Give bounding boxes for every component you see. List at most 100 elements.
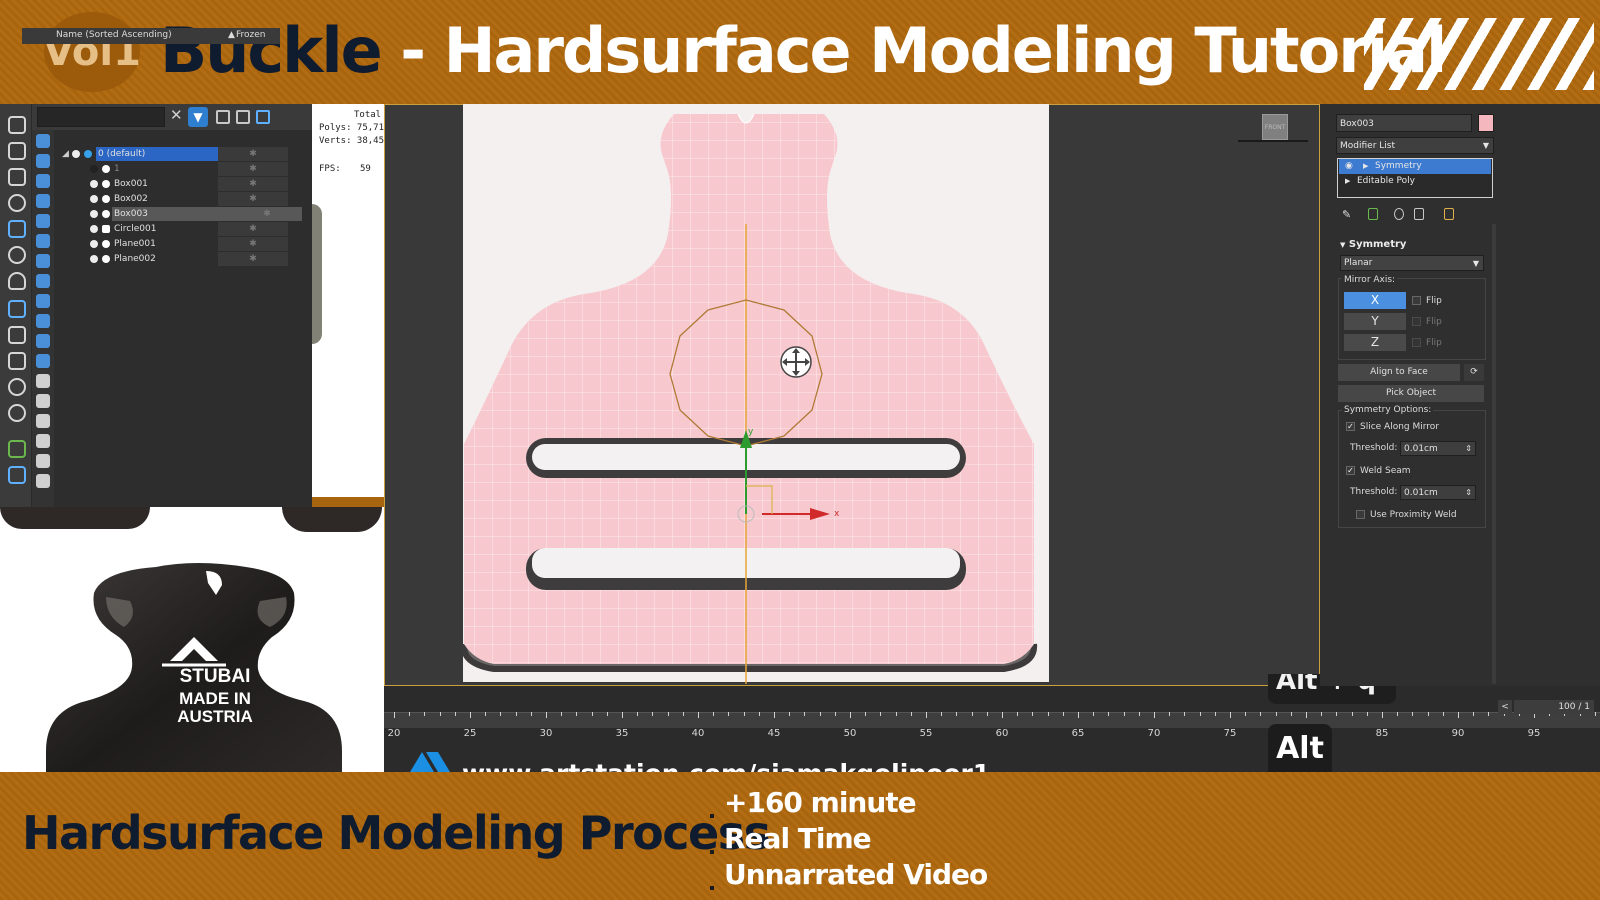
sort-arrow-icon[interactable]: ▲ [228, 30, 235, 40]
filter-lock-icon[interactable] [36, 454, 50, 468]
explorer-row[interactable]: Plane002 ✱ [54, 252, 342, 266]
filter-geometry-icon[interactable] [36, 134, 50, 148]
align-to-face-button[interactable]: Align to Face [1338, 364, 1460, 381]
flip-z-checkbox[interactable] [1412, 338, 1421, 347]
use-proximity-weld-checkbox[interactable] [1356, 510, 1365, 519]
modifier-list-dropdown[interactable]: Modifier List ▼ [1336, 137, 1494, 154]
object-name-field[interactable]: Box003 [1336, 114, 1472, 132]
viewcube[interactable]: FRONT [1262, 114, 1288, 140]
material-icon[interactable] [8, 246, 26, 264]
snowflake-icon[interactable]: ✱ [218, 252, 288, 266]
explorer-row[interactable]: 1 ✱ [54, 162, 342, 176]
filter-cameras-icon[interactable] [36, 194, 50, 208]
eye-icon[interactable] [72, 150, 80, 158]
filter-invert-icon[interactable] [36, 414, 50, 428]
name-column-header[interactable]: Name (Sorted Ascending) [56, 30, 172, 40]
flip-x-checkbox[interactable] [1412, 296, 1421, 305]
filter-spacewarps-icon[interactable] [36, 234, 50, 248]
snowflake-icon[interactable]: ✱ [218, 222, 288, 236]
snowflake-icon[interactable]: ✱ [218, 177, 288, 191]
eye-icon[interactable]: ◉ [1345, 159, 1353, 174]
spinner-arrows-icon[interactable]: ⇕ [1465, 486, 1472, 500]
threshold-spinner-2[interactable]: 0.01cm ⇕ [1400, 485, 1476, 500]
pick-object-button[interactable]: Pick Object [1338, 385, 1484, 402]
filter-hidden-icon[interactable] [36, 354, 50, 368]
snowflake-icon[interactable]: ✱ [218, 192, 288, 206]
symmetry-mode-dropdown[interactable]: Planar ▼ [1340, 255, 1484, 271]
snowflake-icon[interactable]: ✱ [218, 162, 288, 176]
eye-icon[interactable] [90, 195, 98, 203]
close-icon[interactable]: ✕ [170, 106, 183, 124]
flip-y-checkbox[interactable] [1412, 317, 1421, 326]
filter-bones-icon[interactable] [36, 294, 50, 308]
rollout-title[interactable]: ▼ Symmetry [1340, 239, 1406, 250]
axis-y-button[interactable]: Y [1344, 313, 1406, 330]
filter-none-icon[interactable] [36, 394, 50, 408]
help-icon[interactable] [8, 404, 26, 422]
explorer-row-layer-default[interactable]: ◢ 0 (default) ✱ [54, 147, 342, 161]
delete-modifier-icon[interactable] [1414, 208, 1424, 220]
explorer-row[interactable]: Circle001 ✱ [54, 222, 342, 236]
eye-icon[interactable] [90, 225, 98, 233]
frame-counter[interactable]: 100 / 1 [1514, 700, 1594, 714]
explorer-row[interactable]: Box001 ✱ [54, 177, 342, 191]
filter-helpers-icon[interactable] [36, 214, 50, 228]
timeline-track[interactable] [384, 712, 1600, 728]
layers-stack-icon[interactable] [256, 110, 270, 124]
refresh-icon[interactable]: ⟳ [1464, 364, 1484, 381]
filter-icon[interactable]: ▼ [188, 107, 208, 127]
show-end-result-icon[interactable] [1368, 208, 1378, 220]
axis-z-button[interactable]: Z [1344, 334, 1406, 351]
filter-frozen-icon[interactable] [36, 334, 50, 348]
make-unique-icon[interactable] [1394, 208, 1404, 220]
filter-funnel-icon[interactable] [36, 434, 50, 448]
snowflake-icon[interactable]: ✱ [232, 207, 302, 221]
explorer-row[interactable]: Box002 ✱ [54, 192, 342, 206]
render-icon[interactable] [8, 326, 26, 344]
filter-all-icon[interactable] [36, 374, 50, 388]
create-icon[interactable] [8, 116, 26, 134]
eye-icon[interactable] [90, 255, 98, 263]
slice-along-mirror-checkbox[interactable]: ✓ [1346, 422, 1355, 431]
spinner-arrows-icon[interactable]: ⇕ [1465, 442, 1472, 456]
frozen-column-header[interactable]: Frozen [236, 30, 266, 40]
display-icon[interactable] [8, 220, 26, 238]
eye-icon[interactable] [90, 180, 98, 188]
buckle-mesh[interactable]: x y [384, 104, 1320, 686]
filter-lights-icon[interactable] [36, 174, 50, 188]
stack-item-symmetry[interactable]: ◉ ▶ Symmetry [1339, 159, 1491, 174]
explorer-row-selected[interactable]: Box003 ✱ [54, 207, 342, 221]
explorer-row[interactable]: Plane001 ✱ [54, 237, 342, 251]
filter-shapes-icon[interactable] [36, 154, 50, 168]
filter-xrefs-icon[interactable] [36, 274, 50, 288]
stack-item-editable-poly[interactable]: ▶ Editable Poly [1339, 174, 1491, 189]
explorer-column-header[interactable]: Name (Sorted Ascending) ▲ Frozen [22, 28, 280, 44]
rotate-icon[interactable] [8, 194, 26, 212]
snowflake-icon[interactable]: ✱ [218, 237, 288, 251]
explorer-search-input[interactable] [37, 107, 165, 127]
viewcube-ring[interactable] [1238, 140, 1308, 144]
axis-x-button[interactable]: X [1344, 292, 1406, 309]
grid-icon[interactable] [8, 300, 26, 318]
container-icon[interactable] [8, 352, 26, 370]
pin-stack-icon[interactable]: ✎ [1342, 208, 1352, 221]
weld-seam-checkbox[interactable]: ✓ [1346, 466, 1355, 475]
expand-arrow-icon[interactable]: ▶ [1363, 159, 1368, 174]
configure-sets-icon[interactable] [1444, 208, 1454, 220]
tree-icon[interactable] [8, 440, 26, 458]
list-icon[interactable] [8, 466, 26, 484]
eye-icon[interactable] [90, 240, 98, 248]
teapot-icon[interactable] [8, 378, 26, 396]
eye-icon[interactable] [90, 210, 98, 218]
filter-containers-icon[interactable] [36, 314, 50, 328]
prev-frame-button[interactable]: < [1498, 700, 1512, 714]
command-panel-scrollbar[interactable] [1492, 224, 1496, 684]
filter-cart-icon[interactable] [36, 474, 50, 488]
bone-icon[interactable] [8, 168, 26, 186]
expand-arrow-icon[interactable]: ▶ [1345, 174, 1350, 189]
light-icon[interactable] [8, 272, 26, 290]
threshold-spinner-1[interactable]: 0.01cm ⇕ [1400, 441, 1476, 456]
snowflake-icon[interactable]: ✱ [218, 147, 288, 161]
layers-icon[interactable] [8, 142, 26, 160]
filter-groups-icon[interactable] [36, 254, 50, 268]
